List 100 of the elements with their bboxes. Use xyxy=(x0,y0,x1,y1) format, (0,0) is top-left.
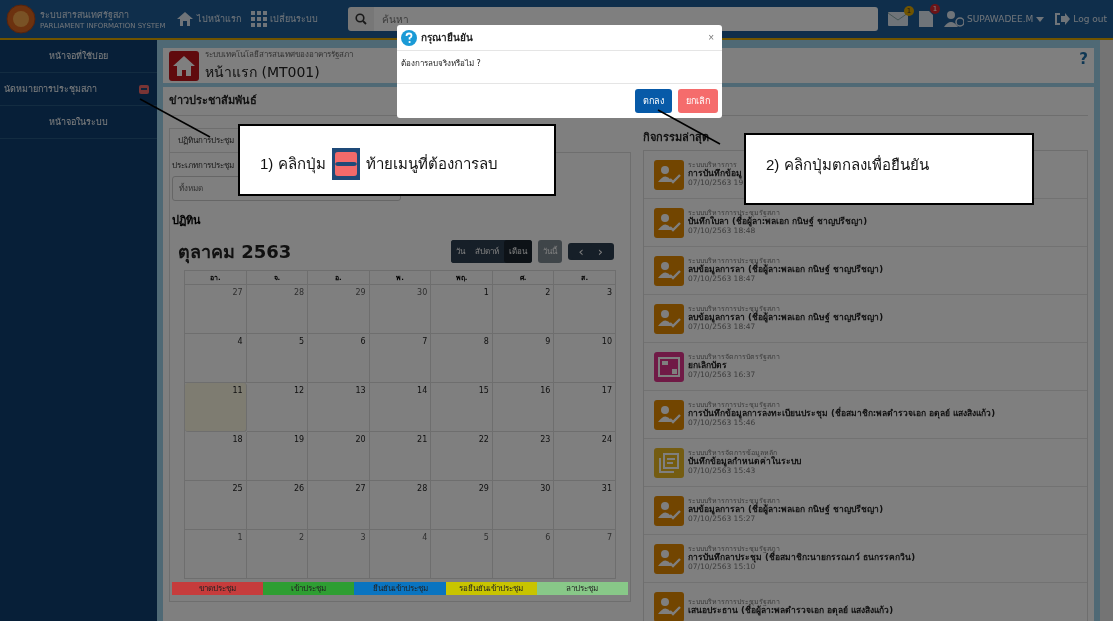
search-button[interactable] xyxy=(347,7,374,31)
day-cell[interactable]: 20 xyxy=(308,432,370,481)
activity-description[interactable]: ลบข้อมูลการลา (ชื่อผู้ลา:พลเอก กนิษฐ์ ชาญปรีชญา) xyxy=(688,505,884,516)
system-name: ระบบเทคโนโลยีสารสนเทศของอาคารรัฐสภา xyxy=(205,49,353,61)
day-cell[interactable]: 3 xyxy=(308,530,370,579)
logout-icon xyxy=(1054,12,1071,26)
day-cell[interactable]: 15 xyxy=(431,383,493,432)
day-cell[interactable]: 4 xyxy=(369,530,432,579)
day-cell[interactable]: 26 xyxy=(246,481,309,530)
view-button[interactable]: เดือน xyxy=(503,240,532,263)
day-cell[interactable]: 28 xyxy=(369,481,432,530)
user-check-icon xyxy=(654,255,684,286)
day-cell[interactable]: 11 xyxy=(185,383,247,432)
day-cell[interactable]: 2 xyxy=(492,285,555,334)
day-cell[interactable]: 1 xyxy=(185,530,247,579)
day-cell[interactable]: 29 xyxy=(308,285,370,334)
app-name: ระบบสารสนเทศรัฐสภา xyxy=(40,9,130,22)
day-cell[interactable]: 7 xyxy=(554,530,616,579)
emblem-logo xyxy=(6,4,36,34)
day-cell[interactable]: 17 xyxy=(554,383,616,432)
activity-description[interactable]: การบันทึกข้อมู xyxy=(688,169,746,180)
day-cell[interactable]: 3 xyxy=(554,285,616,334)
day-cell[interactable]: 18 xyxy=(185,432,247,481)
user-check-icon xyxy=(654,159,684,190)
day-cell[interactable]: 21 xyxy=(369,432,432,481)
legend-item: ยืนยันเข้าประชุม xyxy=(354,582,446,595)
caret-icon xyxy=(1036,16,1045,22)
day-cell[interactable]: 8 xyxy=(431,334,493,383)
remove-button-icon xyxy=(331,148,360,180)
day-cell[interactable]: 5 xyxy=(246,334,309,383)
user-check-icon xyxy=(654,495,684,526)
day-cell[interactable]: 14 xyxy=(369,383,432,432)
legend-item: เข้าประชุม xyxy=(263,582,355,595)
day-cell[interactable]: 7 xyxy=(369,334,432,383)
grid-icon xyxy=(250,11,267,27)
day-cell[interactable]: 1 xyxy=(431,285,493,334)
activity-description[interactable]: การบันทึกข้อมูลการลงทะเบียนประชุม (ชื่อสมาชิก:พลตำรวจเอก อดุลย์ แสงสิงแก้ว) xyxy=(688,409,996,420)
document-icon xyxy=(654,447,684,478)
switch-system-link[interactable]: เปลี่ยนระบบ xyxy=(250,11,318,27)
calendar-heading: ปฏิทิน xyxy=(172,213,201,229)
scrollbar[interactable] xyxy=(1100,40,1113,621)
day-cell[interactable]: 6 xyxy=(492,530,555,579)
legend-item: ขาดประชุม xyxy=(172,582,264,595)
day-cell[interactable]: 29 xyxy=(431,481,493,530)
user-check-icon xyxy=(654,399,684,430)
day-cell[interactable]: 30 xyxy=(369,285,432,334)
activity-description[interactable]: บันทึกใบลา (ชื่อผู้ลา:พลเอก กนิษฐ์ ชาญปรีชญา) xyxy=(688,217,868,228)
day-cell[interactable]: 27 xyxy=(185,285,247,334)
day-cell[interactable]: 13 xyxy=(308,383,370,432)
dialog-message: ต้องการลบจริงหรือไม่ ? xyxy=(397,51,722,84)
dialog-title: กรุณายืนยัน xyxy=(421,31,473,45)
day-cell[interactable]: 22 xyxy=(431,432,493,481)
close-button[interactable]: × xyxy=(708,32,714,43)
day-cell[interactable]: 5 xyxy=(431,530,493,579)
day-cell[interactable]: 12 xyxy=(246,383,309,432)
day-cell[interactable]: 28 xyxy=(246,285,309,334)
day-cell[interactable]: 27 xyxy=(308,481,370,530)
user-icon xyxy=(944,11,964,27)
day-cell[interactable]: 6 xyxy=(308,334,370,383)
legend-item: ลาประชุม xyxy=(536,582,628,595)
callout-text: 2) คลิกปุ่มตกลงเพื่อยืนยัน xyxy=(766,154,929,177)
day-cell[interactable]: 2 xyxy=(246,530,309,579)
callout-text: 1) คลิกปุ่ม xyxy=(260,154,326,176)
day-cell[interactable]: 9 xyxy=(492,334,555,383)
logout-link[interactable]: Log out xyxy=(1054,12,1107,26)
id-card-icon xyxy=(654,351,684,382)
remove-button[interactable] xyxy=(139,84,149,94)
month-title: ตุลาคม 2563 xyxy=(178,240,292,266)
document-icon[interactable] xyxy=(918,10,934,28)
callout-text: ท้ายเมนูที่ต้องการลบ xyxy=(365,153,498,175)
page-title: หน้าแรก (MT001) xyxy=(205,63,321,82)
day-cell[interactable]: 25 xyxy=(185,481,247,530)
activity-description[interactable]: ลบข้อมูลการลา (ชื่อผู้ลา:พลเอก กนิษฐ์ ชาญปรีชญา) xyxy=(688,313,884,324)
user-menu[interactable]: SUPAWADEE.M xyxy=(944,11,1045,27)
legend-item: รอยืนยันเข้าประชุม xyxy=(445,582,537,595)
minus-icon xyxy=(141,88,147,90)
activity-description[interactable]: เสนอประธาน (ชื่อผู้ลา:พลตำรวจเอก อดุลย์ แสงสิงแก้ว) xyxy=(688,605,894,616)
day-cell[interactable]: 19 xyxy=(246,432,309,481)
day-cell[interactable]: 24 xyxy=(554,432,616,481)
day-cell[interactable]: 10 xyxy=(554,334,616,383)
activity-title: กิจกรรมล่าสุด xyxy=(643,130,709,146)
day-cell[interactable]: 30 xyxy=(492,481,555,530)
help-link[interactable]: ? xyxy=(1079,50,1088,68)
mail-icon[interactable] xyxy=(888,12,908,26)
user-check-icon xyxy=(654,207,684,238)
activity-description[interactable]: การบันทึกลาประชุม (ชื่อสมาชิก:นายกรรณภว์ ธนกรรคกวิน) xyxy=(688,553,916,564)
question-icon xyxy=(401,29,417,46)
search-icon xyxy=(354,13,367,25)
day-cell[interactable]: 31 xyxy=(554,481,616,530)
activity-description[interactable]: บันทึกข้อมูลกำหนดค่าในระบบ xyxy=(688,457,801,468)
cancel-button[interactable]: ยกเลิก xyxy=(678,89,718,113)
activity-description[interactable]: ยกเลิกบัตร xyxy=(688,361,780,372)
home-link[interactable]: ไปหน้าแรก xyxy=(175,11,241,27)
ok-button[interactable]: ตกลง xyxy=(635,89,672,113)
activity-description[interactable]: ลบข้อมูลการลา (ชื่อผู้ลา:พลเอก กนิษฐ์ ชาญปรีชญา) xyxy=(688,265,884,276)
home-icon xyxy=(175,11,194,27)
user-check-icon xyxy=(654,303,684,334)
sidebar-item[interactable]: นัดหมายการประชุมสภา xyxy=(4,82,97,96)
day-cell[interactable]: 23 xyxy=(492,432,555,481)
day-cell[interactable]: 16 xyxy=(492,383,555,432)
